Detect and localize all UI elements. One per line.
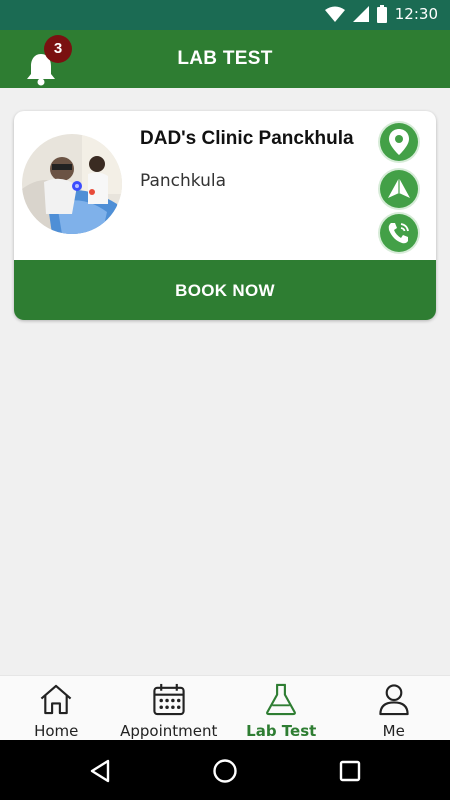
call-button[interactable] bbox=[380, 214, 418, 252]
notification-badge: 3 bbox=[44, 35, 72, 63]
phone-icon bbox=[388, 223, 409, 244]
directions-icon bbox=[388, 178, 410, 198]
wifi-icon bbox=[324, 6, 345, 22]
nav-item-appointment[interactable]: Appointment bbox=[113, 676, 226, 740]
nav-label-home: Home bbox=[34, 722, 79, 740]
bottom-nav: Home Appointment Lab Test Me bbox=[0, 675, 450, 740]
recents-icon[interactable] bbox=[336, 757, 364, 785]
status-bar: 12:30 bbox=[0, 0, 450, 30]
location-pin-icon bbox=[389, 129, 409, 155]
nav-item-lab-test[interactable]: Lab Test bbox=[225, 676, 338, 740]
home-circle-icon[interactable] bbox=[211, 757, 239, 785]
battery-icon bbox=[376, 5, 387, 23]
user-icon bbox=[379, 684, 409, 716]
home-icon bbox=[40, 684, 72, 715]
nav-label-me: Me bbox=[382, 722, 405, 740]
clinic-photo bbox=[22, 134, 122, 234]
directions-button[interactable] bbox=[380, 170, 418, 208]
clinic-name: DAD's Clinic Panckhula bbox=[140, 128, 354, 149]
clinic-card: DAD's Clinic Panckhula Panchkula BOOK NO… bbox=[14, 111, 436, 320]
nav-item-me[interactable]: Me bbox=[338, 676, 450, 740]
signal-icon bbox=[352, 6, 369, 22]
location-button[interactable] bbox=[380, 123, 418, 161]
clinic-location: Panchkula bbox=[140, 171, 227, 191]
calendar-icon bbox=[153, 683, 185, 716]
book-now-button[interactable]: BOOK NOW bbox=[14, 260, 436, 320]
status-time: 12:30 bbox=[394, 5, 438, 23]
flask-icon bbox=[266, 683, 297, 716]
back-icon[interactable] bbox=[86, 757, 114, 785]
nav-label-appointment: Appointment bbox=[120, 722, 218, 740]
system-nav-bar bbox=[0, 740, 450, 800]
nav-item-home[interactable]: Home bbox=[0, 676, 113, 740]
nav-label-lab-test: Lab Test bbox=[246, 722, 317, 740]
